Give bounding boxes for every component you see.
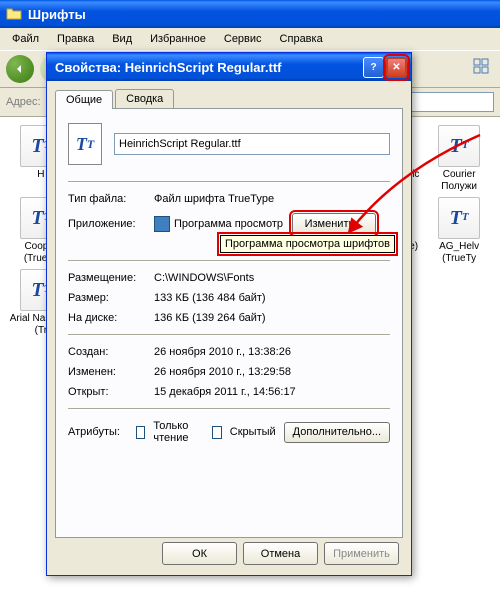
- help-button[interactable]: ?: [363, 57, 384, 78]
- readonly-label: Только чтение: [153, 420, 204, 444]
- file-type-icon: TT: [68, 123, 102, 165]
- created-value: 26 ноября 2010 г., 13:38:26: [154, 346, 390, 358]
- location-label: Размещение:: [68, 272, 154, 284]
- menu-favorites[interactable]: Избранное: [142, 31, 214, 47]
- readonly-checkbox[interactable]: [136, 426, 146, 439]
- font-icon: TT: [438, 197, 480, 239]
- menu-file[interactable]: Файл: [4, 31, 47, 47]
- app-label: Приложение:: [68, 218, 154, 230]
- filename-input[interactable]: [114, 133, 390, 155]
- size-label: Размер:: [68, 292, 154, 304]
- modified-value: 26 ноября 2010 г., 13:29:58: [154, 366, 390, 378]
- filetype-value: Файл шрифта TrueType: [154, 193, 390, 205]
- advanced-button[interactable]: Дополнительно...: [284, 422, 390, 443]
- attr-label: Атрибуты:: [68, 426, 128, 438]
- font-icon: TT: [438, 125, 480, 167]
- nav-back-button[interactable]: [6, 55, 34, 83]
- font-label: Courier Полужи: [426, 169, 492, 193]
- modified-label: Изменен:: [68, 366, 154, 378]
- app-value: Программа просмотр: [174, 218, 292, 230]
- size-value: 133 КБ (136 484 байт): [154, 292, 390, 304]
- location-value: C:\WINDOWS\Fonts: [154, 272, 390, 284]
- font-item[interactable]: TTAG_Helv (TrueTy: [426, 197, 492, 265]
- opened-value: 15 декабря 2011 г., 14:56:17: [154, 386, 390, 398]
- menu-tools[interactable]: Сервис: [216, 31, 270, 47]
- hidden-label: Скрытый: [230, 426, 276, 438]
- dialog-titlebar[interactable]: Свойства: HeinrichScript Regular.ttf ? ✕: [47, 53, 411, 81]
- close-button[interactable]: ✕: [386, 57, 407, 78]
- menubar: Файл Правка Вид Избранное Сервис Справка: [0, 28, 500, 51]
- tab-panel-general: TT Тип файла: Файл шрифта TrueType Прило…: [55, 108, 403, 538]
- filetype-label: Тип файла:: [68, 193, 154, 205]
- font-label: AG_Helv (TrueTy: [426, 241, 492, 265]
- properties-dialog: Свойства: HeinrichScript Regular.ttf ? ✕…: [46, 52, 412, 576]
- app-tooltip: Программа просмотра шрифтов: [220, 235, 395, 253]
- tab-summary[interactable]: Сводка: [115, 89, 174, 108]
- menu-help[interactable]: Справка: [272, 31, 331, 47]
- menu-view[interactable]: Вид: [104, 31, 140, 47]
- dialog-title: Свойства: HeinrichScript Regular.ttf: [51, 60, 361, 75]
- tab-general[interactable]: Общие: [55, 90, 113, 109]
- font-item[interactable]: TTCourier Полужи: [426, 125, 492, 193]
- ok-button[interactable]: ОК: [162, 542, 237, 565]
- folder-icon: [6, 6, 22, 22]
- main-title: Шрифты: [28, 7, 86, 22]
- main-titlebar[interactable]: Шрифты: [0, 0, 500, 28]
- disk-label: На диске:: [68, 312, 154, 324]
- apply-button[interactable]: Применить: [324, 542, 399, 565]
- disk-value: 136 КБ (139 264 байт): [154, 312, 390, 324]
- address-label: Адрес:: [6, 96, 41, 108]
- app-icon: [154, 216, 170, 232]
- dialog-buttons: ОК Отмена Применить: [162, 542, 399, 565]
- views-icon[interactable]: [472, 57, 494, 82]
- tabs: Общие Сводка: [55, 89, 403, 108]
- change-button[interactable]: Изменить...: [292, 213, 376, 234]
- hidden-checkbox[interactable]: [212, 426, 222, 439]
- opened-label: Открыт:: [68, 386, 154, 398]
- created-label: Создан:: [68, 346, 154, 358]
- cancel-button[interactable]: Отмена: [243, 542, 318, 565]
- menu-edit[interactable]: Правка: [49, 31, 102, 47]
